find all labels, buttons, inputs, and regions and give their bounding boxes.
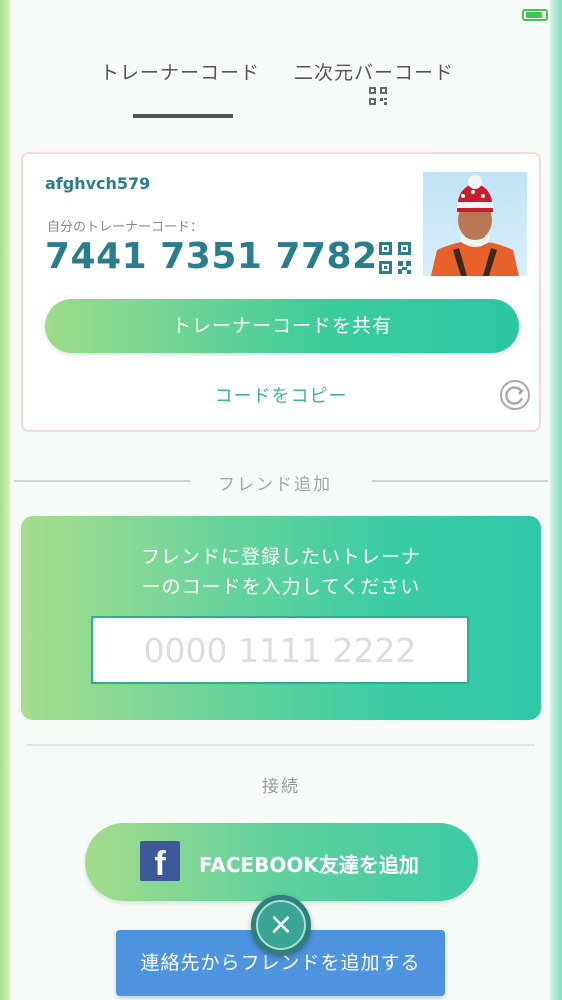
add-friend-divider: フレンド追加 (0, 470, 562, 495)
facebook-button-label: FACEBOOK友達を追加 (199, 853, 419, 877)
divider-line (372, 480, 548, 482)
trainer-code: 7441 7351 7782 (45, 236, 378, 277)
friend-code-input[interactable] (91, 616, 469, 684)
tab-trainer-code[interactable]: トレーナーコード (100, 58, 260, 85)
refresh-icon[interactable] (499, 379, 531, 411)
username: afghvch579 (45, 174, 151, 193)
copy-code-link[interactable]: コードをコピー (23, 382, 539, 408)
trainer-card: afghvch579 自分のトレーナーコード： 7441 7351 7782 ト… (21, 152, 541, 432)
qr-code-icon[interactable] (369, 87, 387, 105)
facebook-icon: f (140, 841, 180, 883)
add-friend-card: フレンドに登録したいトレーナ ーのコードを入力してください (21, 516, 541, 720)
add-facebook-friends-button[interactable]: f FACEBOOK友達を追加 (85, 823, 478, 901)
connect-section-label: 接続 (262, 777, 300, 797)
avatar (423, 172, 527, 276)
qr-code-icon[interactable] (379, 242, 411, 274)
trainer-code-label: 自分のトレーナーコード： (47, 220, 204, 235)
active-tab-indicator (133, 114, 233, 118)
tab-qr-code[interactable]: 二次元バーコード (294, 58, 454, 85)
close-button[interactable]: × (251, 895, 311, 955)
connect-divider (27, 744, 535, 746)
add-friend-section-label: フレンド追加 (218, 475, 332, 495)
instructions-line-1: フレンドに登録したいトレーナ (140, 546, 421, 568)
share-code-button[interactable]: トレーナーコードを共有 (45, 299, 519, 353)
add-friend-instructions: フレンドに登録したいトレーナ ーのコードを入力してください (21, 542, 541, 602)
battery-icon (522, 9, 548, 21)
instructions-line-2: ーのコードを入力してください (141, 576, 421, 598)
status-bar (0, 0, 562, 30)
divider-line (14, 480, 190, 482)
close-icon: × (256, 900, 306, 950)
